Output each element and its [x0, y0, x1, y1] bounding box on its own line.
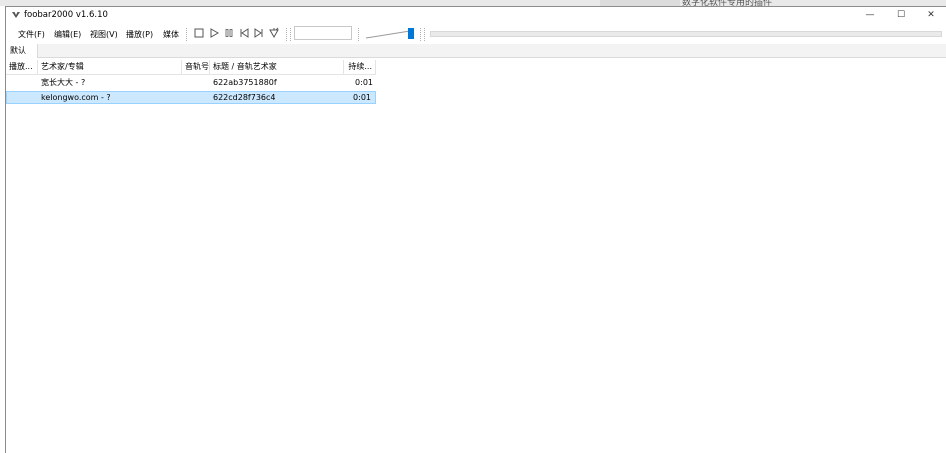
minimize-button[interactable]: —: [855, 7, 885, 23]
cell-track-number: [182, 77, 210, 90]
stop-icon[interactable]: [193, 27, 205, 39]
volume-thumb[interactable]: [408, 28, 414, 39]
menu-edit[interactable]: 编辑(E): [54, 29, 81, 40]
cell-title: 622ab3751880f: [213, 78, 277, 87]
play-icon[interactable]: [208, 27, 220, 39]
title-bar[interactable]: foobar2000 v1.6.10 — ☐ ✕: [6, 7, 946, 23]
toolbar-separator: [420, 28, 421, 41]
playlist-empty-area[interactable]: [6, 105, 942, 445]
cell-duration: 0:01: [355, 78, 373, 87]
column-header-playing[interactable]: 播放...: [6, 60, 38, 75]
random-icon[interactable]: [268, 27, 280, 39]
playlist-tabs: 默认: [6, 44, 946, 58]
cell-title: 622cd28f736c4: [213, 93, 276, 102]
previous-icon[interactable]: [238, 27, 250, 39]
cell-artist-album: kelongwo.com - ?: [41, 93, 111, 102]
cell-artist-album: 宽长大大 - ?: [41, 78, 86, 87]
menu-playback[interactable]: 播放(P): [126, 29, 153, 40]
menu-file[interactable]: 文件(F): [18, 29, 45, 40]
toolbar-separator: [186, 28, 187, 41]
playback-order-box[interactable]: [294, 26, 352, 40]
menu-library[interactable]: 媒体: [163, 29, 179, 40]
window-title: foobar2000 v1.6.10: [24, 10, 108, 20]
toolbar-separator: [290, 28, 291, 41]
seek-bar[interactable]: [430, 31, 942, 37]
foobar-window: foobar2000 v1.6.10 — ☐ ✕ 文件(F) 编辑(E) 视图(…: [5, 6, 946, 453]
column-header-title-artist[interactable]: 标题 / 音轨艺术家: [210, 60, 344, 75]
table-row[interactable]: 宽长大大 - ? 622ab3751880f 0:01: [6, 77, 376, 90]
table-row-selected[interactable]: kelongwo.com - ? 622cd28f736c4 0:01: [6, 91, 376, 104]
toolbar-separator: [358, 28, 359, 41]
pause-icon[interactable]: [223, 27, 235, 39]
column-header-track-number[interactable]: 音轨号: [182, 60, 210, 75]
volume-slider[interactable]: [364, 26, 414, 42]
close-button[interactable]: ✕: [916, 7, 946, 23]
menu-view[interactable]: 视图(V): [90, 29, 118, 40]
toolbar-separator: [286, 28, 287, 41]
maximize-button[interactable]: ☐: [886, 7, 916, 23]
foobar-app-icon: [12, 12, 20, 18]
column-header-duration[interactable]: 持续...: [344, 60, 376, 75]
cell-track-number: [182, 92, 210, 105]
menu-toolbar: 文件(F) 编辑(E) 视图(V) 播放(P) 媒体: [6, 26, 946, 42]
column-header-artist-album[interactable]: 艺术家/专辑: [38, 60, 182, 75]
playlist-header: 播放... 艺术家/专辑 音轨号 标题 / 音轨艺术家 持续...: [6, 60, 376, 75]
next-icon[interactable]: [253, 27, 265, 39]
cell-duration: 0:01: [353, 93, 371, 102]
toolbar-separator: [424, 28, 425, 41]
tab-default[interactable]: 默认: [6, 44, 38, 58]
